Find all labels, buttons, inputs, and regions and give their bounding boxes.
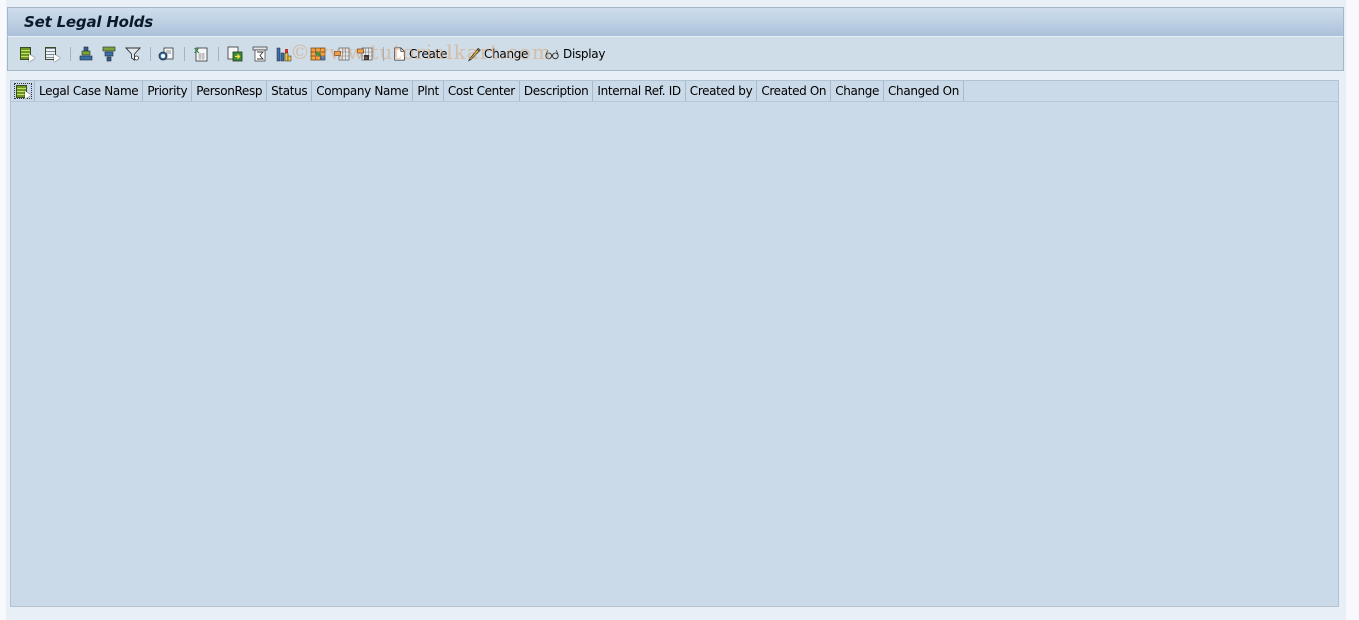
- total-button[interactable]: [252, 45, 268, 63]
- change-button[interactable]: Change: [467, 45, 528, 63]
- title-bar: Set Legal Holds: [7, 7, 1344, 37]
- column-header[interactable]: Created On: [757, 81, 832, 101]
- details-icon: [19, 46, 35, 62]
- bar-chart-icon: [276, 47, 292, 62]
- local-file-button[interactable]: [227, 45, 243, 63]
- pencil-icon: [467, 47, 481, 62]
- print-preview-button[interactable]: [158, 45, 174, 63]
- choose-layout-button[interactable]: [334, 45, 350, 63]
- toolbar-separator: [150, 47, 151, 61]
- spreadsheet-icon: X: [194, 47, 208, 62]
- column-header[interactable]: Priority: [143, 81, 193, 101]
- save-layout-icon: [357, 47, 373, 61]
- sum-icon: [252, 46, 268, 62]
- page-title: Set Legal Holds: [24, 13, 153, 31]
- column-header[interactable]: Company Name: [312, 81, 414, 101]
- display-label: Display: [563, 47, 606, 61]
- column-header[interactable]: PersonResp: [192, 81, 268, 101]
- details-button[interactable]: [19, 45, 35, 63]
- spreadsheet-button[interactable]: X: [193, 45, 209, 63]
- column-header[interactable]: Changed On: [884, 81, 964, 101]
- toolbar-separator: [218, 47, 219, 61]
- column-header[interactable]: Plnt: [413, 81, 444, 101]
- alv-grid[interactable]: Legal Case Name Priority PersonResp Status C…: [10, 80, 1339, 607]
- sort-ascending-button[interactable]: [78, 45, 94, 63]
- graphic-button[interactable]: [276, 45, 292, 63]
- sort-descending-icon: [102, 46, 116, 62]
- create-button[interactable]: Create: [393, 45, 447, 63]
- filter-icon: [125, 47, 141, 61]
- column-header[interactable]: Created by: [686, 81, 758, 101]
- column-header[interactable]: Cost Center: [444, 81, 520, 101]
- export-local-file-icon: [227, 46, 243, 62]
- grid-header: Legal Case Name Priority PersonResp Status C…: [11, 81, 1338, 102]
- column-header[interactable]: Internal Ref. ID: [593, 81, 686, 101]
- change-layout-button[interactable]: [310, 45, 326, 63]
- svg-text:X: X: [194, 47, 200, 55]
- column-header[interactable]: Status: [267, 81, 313, 101]
- select-detail-button[interactable]: [44, 45, 60, 63]
- alv-toolbar: X Create Change Display: [7, 37, 1344, 71]
- list-detail-icon: [44, 46, 60, 62]
- column-header[interactable]: Description: [520, 81, 594, 101]
- toolbar-separator: [184, 47, 185, 61]
- create-label: Create: [409, 47, 448, 61]
- sort-descending-button[interactable]: [101, 45, 117, 63]
- select-all-button[interactable]: [11, 81, 35, 101]
- print-preview-icon: [158, 47, 174, 61]
- select-all-icon: [15, 84, 31, 99]
- toolbar-separator: [383, 47, 384, 61]
- column-header[interactable]: Legal Case Name: [35, 81, 144, 101]
- toolbar-separator: [70, 47, 71, 61]
- column-header[interactable]: Change: [831, 81, 885, 101]
- choose-layout-icon: [334, 47, 350, 61]
- sort-ascending-icon: [79, 46, 93, 61]
- glasses-icon: [545, 50, 559, 60]
- save-layout-button[interactable]: [357, 45, 373, 63]
- change-label: Change: [484, 47, 529, 61]
- layout-grid-icon: [310, 47, 326, 61]
- display-button[interactable]: Display: [544, 45, 605, 63]
- filter-button[interactable]: [125, 45, 141, 63]
- new-document-icon: [394, 47, 405, 61]
